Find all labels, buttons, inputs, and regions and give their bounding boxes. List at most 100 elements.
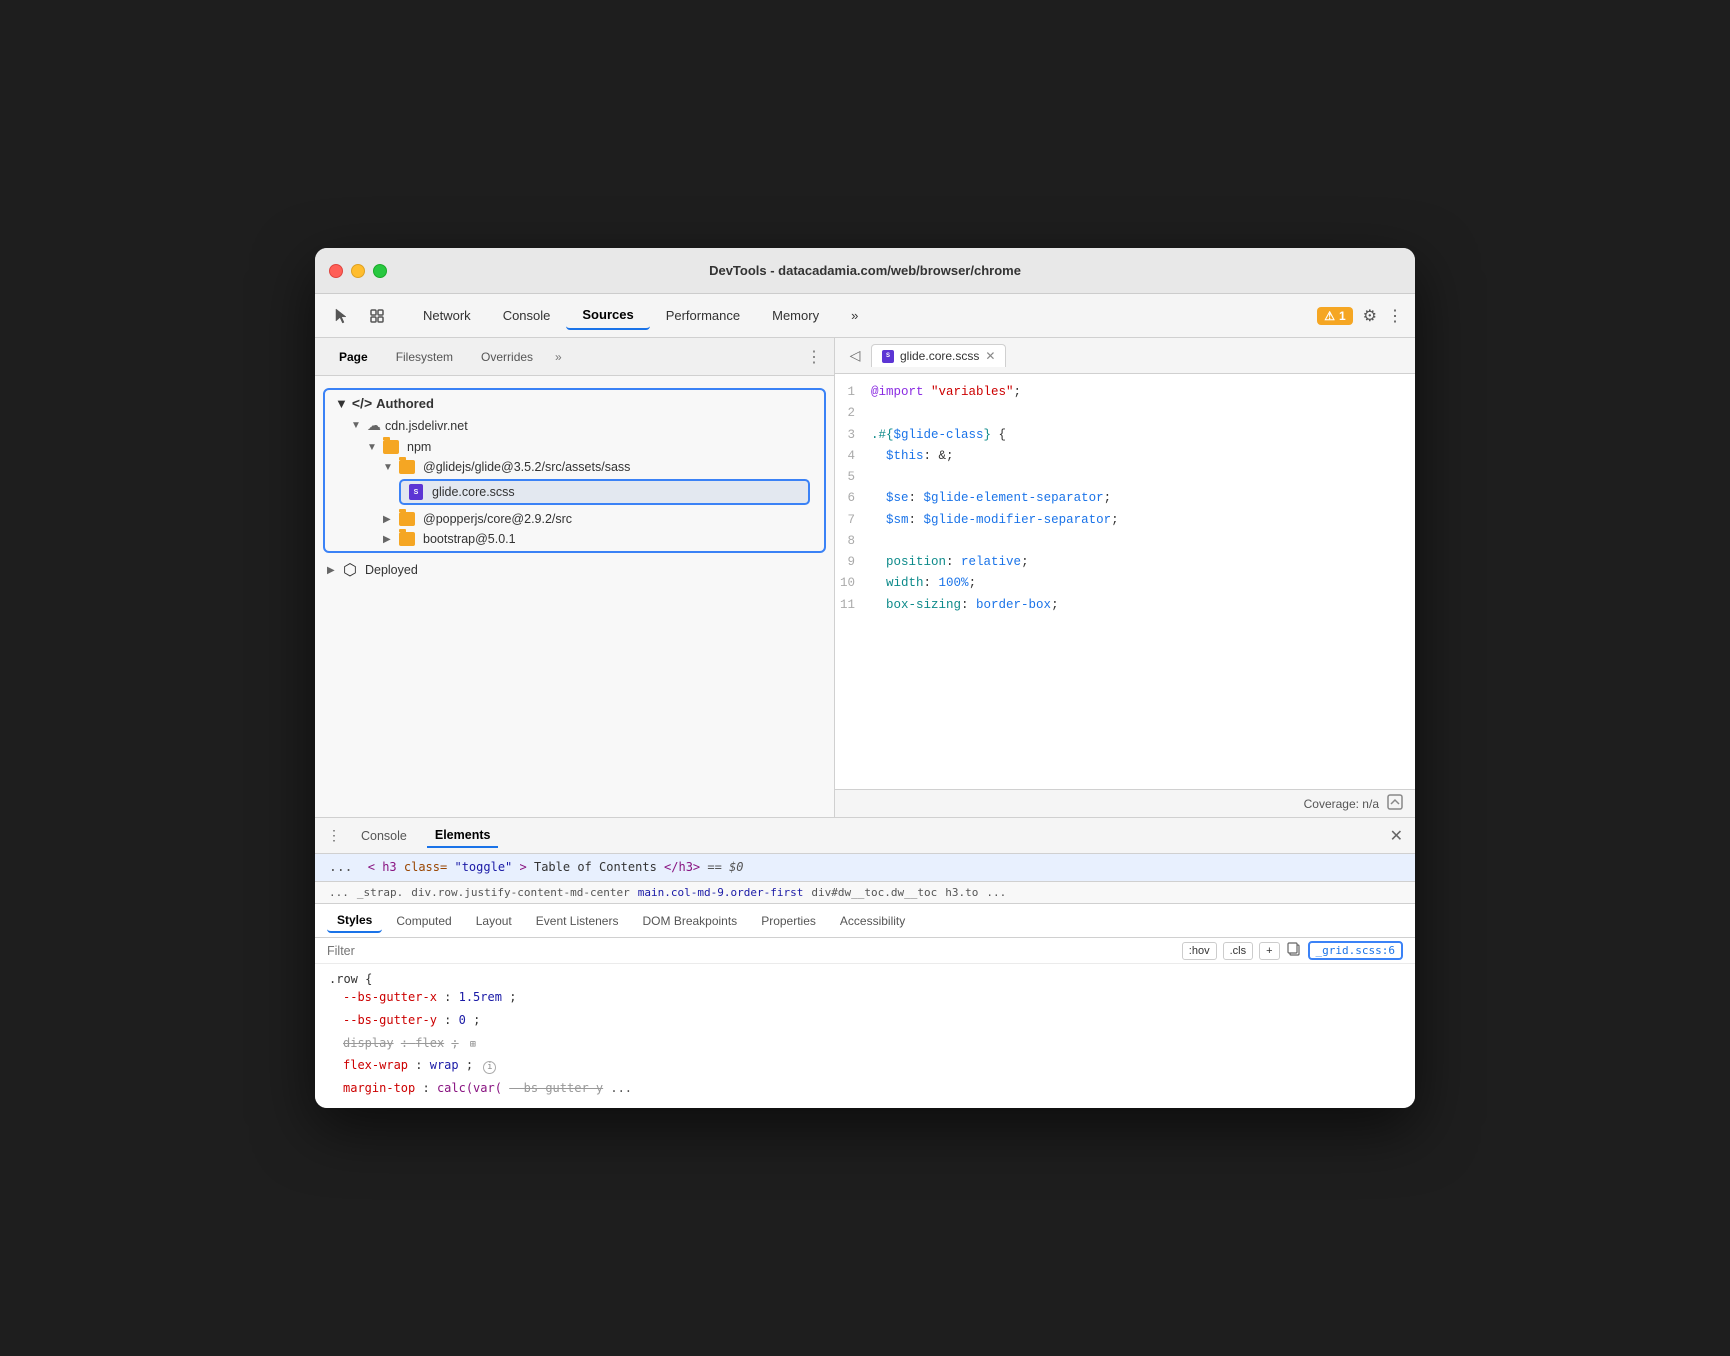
tree-item-cdn[interactable]: ▼ ☁ cdn.jsdelivr.net: [327, 414, 822, 437]
tab-overrides[interactable]: Overrides: [469, 346, 545, 368]
tab-page[interactable]: Page: [327, 346, 380, 368]
tab-close-button[interactable]: ✕: [985, 349, 995, 363]
authored-label[interactable]: ▼ </> Authored: [327, 392, 822, 414]
breadcrumb-div-row[interactable]: div.row.justify-content-md-center: [411, 886, 630, 899]
element-path: ... < h3 class= "toggle" > Table of Cont…: [315, 854, 1415, 882]
code-tabs: ◁ S glide.core.scss ✕: [835, 338, 1415, 374]
panel-menu-button[interactable]: ⋮: [806, 347, 822, 367]
tab-memory[interactable]: Memory: [756, 302, 835, 329]
more-icon[interactable]: ⋮: [1387, 306, 1403, 326]
tree-item-npm[interactable]: ▼ npm: [327, 437, 822, 457]
tab-layout[interactable]: Layout: [466, 910, 522, 932]
coverage-expand-icon[interactable]: [1387, 794, 1403, 813]
minimize-button[interactable]: [351, 264, 365, 278]
console-menu-button[interactable]: ⋮: [327, 827, 341, 844]
breadcrumb-div-toc[interactable]: div#dw__toc.dw__toc: [811, 886, 937, 899]
authored-section: ▼ </> Authored ▼ ☁ cdn.jsdelivr.net ▼: [323, 388, 826, 553]
css-prop-flex-wrap: flex-wrap : wrap ; i: [343, 1054, 1401, 1077]
folder-icon: [383, 440, 399, 454]
tab-more-icon[interactable]: »: [549, 346, 568, 368]
code-line-6: 6 $se: $glide-element-separator;: [835, 488, 1415, 509]
tab-accessibility[interactable]: Accessibility: [830, 910, 915, 932]
code-line-10: 10 width: 100%;: [835, 573, 1415, 594]
toolbar: Network Console Sources Performance Memo…: [315, 294, 1415, 338]
tab-computed[interactable]: Computed: [386, 910, 461, 932]
notification-count: 1: [1339, 309, 1346, 323]
maximize-button[interactable]: [373, 264, 387, 278]
tab-console[interactable]: Console: [487, 302, 567, 329]
tab-performance[interactable]: Performance: [650, 302, 756, 329]
code-line-9: 9 position: relative;: [835, 552, 1415, 573]
css-prop-gutter-y: --bs-gutter-y : 0 ;: [343, 1009, 1401, 1032]
tree-item-deployed[interactable]: ▶ ⬡ Deployed: [315, 557, 834, 583]
tab-dom-breakpoints[interactable]: DOM Breakpoints: [632, 910, 747, 932]
bottom-panel-close[interactable]: ✕: [1390, 826, 1403, 846]
tab-network[interactable]: Network: [407, 302, 487, 329]
breadcrumb-h3[interactable]: h3.to: [945, 886, 978, 899]
tree-item-glide-core-scss[interactable]: S glide.core.scss: [401, 481, 808, 503]
element-path-ellipsis: ...: [329, 860, 352, 875]
tree-item-bootstrap[interactable]: ▶ bootstrap@5.0.1: [327, 529, 822, 549]
breadcrumb-main[interactable]: main.col-md-9.order-first: [638, 886, 804, 899]
tab-scss-icon: S: [882, 350, 894, 363]
tab-sources[interactable]: Sources: [566, 301, 649, 330]
copy-styles-icon[interactable]: [1286, 941, 1302, 960]
devtools-window: DevTools - datacadamia.com/web/browser/c…: [315, 248, 1415, 1108]
notification-icon: ⚠: [1324, 309, 1335, 323]
display-grid-icon: ⊞: [470, 1039, 476, 1050]
code-panel: ◁ S glide.core.scss ✕ 1 @import "variabl…: [835, 338, 1415, 817]
tree-item-popperjs[interactable]: ▶ @popperjs/core@2.9.2/src: [327, 509, 822, 529]
layers-icon[interactable]: [363, 302, 391, 330]
css-selector: .row {: [329, 972, 1401, 986]
tab-event-listeners[interactable]: Event Listeners: [526, 910, 629, 932]
back-nav-button[interactable]: ◁: [843, 344, 867, 368]
cloud-icon: ☁: [367, 417, 381, 434]
filter-actions: :hov .cls + _grid.scss:6: [1182, 941, 1403, 960]
code-line-7: 7 $sm: $glide-modifier-separator;: [835, 510, 1415, 531]
toolbar-icons: [327, 302, 391, 330]
toolbar-nav: Network Console Sources Performance Memo…: [407, 301, 874, 330]
close-button[interactable]: [329, 264, 343, 278]
tab-more[interactable]: »: [835, 302, 874, 329]
tab-styles[interactable]: Styles: [327, 909, 382, 933]
code-editor[interactable]: 1 @import "variables"; 2 3 .#{$glide-cla…: [835, 374, 1415, 789]
tab-elements[interactable]: Elements: [427, 824, 499, 848]
folder-icon: [399, 460, 415, 474]
window-title: DevTools - datacadamia.com/web/browser/c…: [709, 263, 1021, 278]
breadcrumb-ellipsis-right[interactable]: ...: [986, 886, 1006, 899]
code-line-11: 11 box-sizing: border-box;: [835, 595, 1415, 616]
scss-file-icon: S: [409, 484, 423, 500]
code-line-8: 8: [835, 531, 1415, 552]
cls-button[interactable]: .cls: [1223, 942, 1254, 960]
css-prop-display: display : flex ; ⊞: [343, 1032, 1401, 1055]
hov-button[interactable]: :hov: [1182, 942, 1217, 960]
tree-item-glidejs[interactable]: ▼ @glidejs/glide@3.5.2/src/assets/sass: [327, 457, 822, 477]
breadcrumb-strap[interactable]: _strap.: [357, 886, 403, 899]
expand-arrow: ▼: [351, 420, 363, 431]
code-tab-glide-core-scss[interactable]: S glide.core.scss ✕: [871, 344, 1006, 367]
expand-arrow: ▶: [327, 565, 339, 576]
breadcrumb-bar: ... _strap. div.row.justify-content-md-c…: [315, 882, 1415, 904]
notification-badge[interactable]: ⚠ 1: [1317, 307, 1352, 325]
expand-arrow: ▶: [383, 534, 395, 545]
code-line-5: 5: [835, 467, 1415, 488]
css-panel: .row { --bs-gutter-x : 1.5rem ; --bs-gut…: [315, 964, 1415, 1108]
css-prop-gutter-x: --bs-gutter-x : 1.5rem ;: [343, 986, 1401, 1009]
cursor-icon[interactable]: [327, 302, 355, 330]
filter-input[interactable]: [327, 944, 1174, 958]
settings-icon[interactable]: ⚙: [1363, 306, 1377, 326]
scss-file-selected[interactable]: S glide.core.scss: [399, 479, 810, 505]
css-prop-margin-top: margin-top : calc(var( --bs-gutter-y ...: [343, 1077, 1401, 1100]
add-style-button[interactable]: +: [1259, 942, 1279, 960]
toolbar-right: ⚠ 1 ⚙ ⋮: [1317, 306, 1403, 326]
breadcrumb-ellipsis-left[interactable]: ...: [329, 886, 349, 899]
tab-console-bottom[interactable]: Console: [353, 825, 415, 847]
expand-arrow: ▶: [383, 514, 395, 525]
tab-filesystem[interactable]: Filesystem: [384, 346, 465, 368]
code-line-3: 3 .#{$glide-class} {: [835, 425, 1415, 446]
css-source-ref[interactable]: _grid.scss:6: [1308, 941, 1403, 960]
tab-properties[interactable]: Properties: [751, 910, 826, 932]
bottom-panel: ⋮ Console Elements ✕ ... < h3 class= "to…: [315, 818, 1415, 1108]
flex-wrap-info-icon[interactable]: i: [483, 1061, 496, 1074]
coverage-bar: Coverage: n/a: [835, 789, 1415, 817]
